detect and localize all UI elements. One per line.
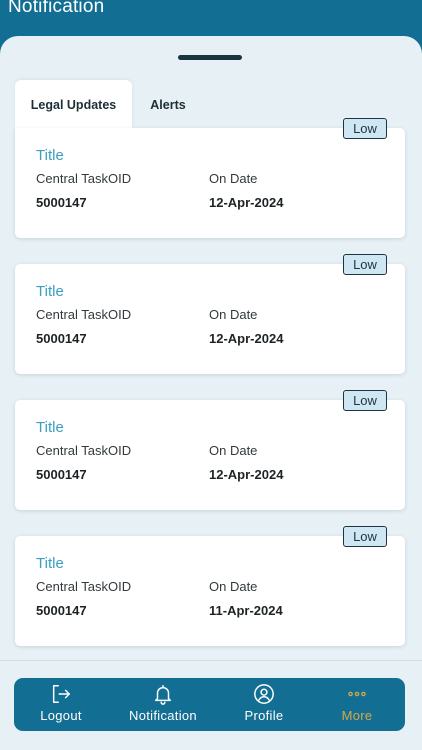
- card-title: Title: [36, 419, 64, 436]
- card-title: Title: [36, 283, 64, 300]
- date-label: On Date: [209, 579, 258, 594]
- card-title: Title: [36, 555, 64, 572]
- bottom-navigation: Logout Notification Profile More: [14, 678, 405, 731]
- logout-icon: [52, 685, 70, 703]
- date-label: On Date: [209, 171, 258, 186]
- page-title: Notification: [8, 0, 105, 17]
- nav-profile[interactable]: Profile: [232, 678, 296, 731]
- drag-handle[interactable]: [178, 55, 242, 60]
- priority-badge: Low: [343, 390, 387, 411]
- nav-more[interactable]: More: [324, 678, 390, 731]
- date-label: On Date: [209, 307, 258, 322]
- nav-notification-label: Notification: [129, 708, 197, 723]
- bottom-bar-area: Logout Notification Profile More: [0, 660, 422, 750]
- task-id-value: 5000147: [36, 603, 87, 618]
- date-value: 12-Apr-2024: [209, 195, 284, 210]
- nav-notification[interactable]: Notification: [115, 678, 211, 731]
- notification-card[interactable]: Low Title Central TaskOID On Date 500014…: [15, 254, 405, 374]
- more-dots-icon: [348, 691, 366, 697]
- nav-logout-label: Logout: [40, 708, 82, 723]
- priority-badge: Low: [343, 118, 387, 139]
- task-id-value: 5000147: [36, 195, 87, 210]
- tab-legal-updates[interactable]: Legal Updates: [15, 80, 132, 130]
- nav-logout[interactable]: Logout: [28, 678, 94, 731]
- bell-icon: [154, 685, 172, 705]
- date-label: On Date: [209, 443, 258, 458]
- date-value: 12-Apr-2024: [209, 331, 284, 346]
- notification-card[interactable]: Low Title Central TaskOID On Date 500014…: [15, 390, 405, 510]
- task-id-label: Central TaskOID: [36, 171, 132, 186]
- nav-profile-label: Profile: [244, 708, 284, 723]
- priority-badge: Low: [343, 254, 387, 275]
- notification-card[interactable]: Low Title Central TaskOID On Date 500014…: [15, 118, 405, 238]
- card-title: Title: [36, 147, 64, 164]
- nav-more-label: More: [341, 708, 373, 723]
- date-value: 11-Apr-2024: [209, 603, 283, 618]
- task-id-value: 5000147: [36, 331, 87, 346]
- notification-sheet: Legal Updates Alerts Low Title Central T…: [0, 36, 422, 750]
- date-value: 12-Apr-2024: [209, 467, 284, 482]
- task-id-label: Central TaskOID: [36, 579, 132, 594]
- tab-alerts[interactable]: Alerts: [132, 80, 204, 130]
- task-id-label: Central TaskOID: [36, 307, 132, 322]
- app-header: Notification: [0, 0, 422, 40]
- user-icon: [254, 684, 274, 704]
- notification-card[interactable]: Low Title Central TaskOID On Date 500014…: [15, 526, 405, 646]
- priority-badge: Low: [343, 526, 387, 547]
- task-id-value: 5000147: [36, 467, 87, 482]
- task-id-label: Central TaskOID: [36, 443, 132, 458]
